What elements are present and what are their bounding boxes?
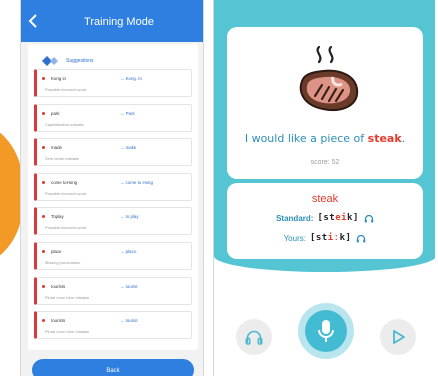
original-word: come toHong [51, 179, 78, 185]
error-type: Capitalisation mistake [45, 121, 84, 127]
original-word: park [51, 110, 60, 116]
original-word: Kong in [51, 76, 66, 81]
error-type: Possible incorrect word [45, 87, 87, 92]
back-button[interactable]: Back [32, 359, 194, 376]
practice-word: steak [311, 193, 339, 205]
training-mode-screen: Training Mode Suggestions Kong in → Kong… [20, 0, 204, 376]
sentence-card: I would like a piece of steak. score: 52 [227, 27, 423, 179]
headphone-icon[interactable] [364, 214, 374, 223]
score-text: score: 52 [310, 159, 340, 166]
app-header: Training Mode [21, 0, 203, 42]
suggested-fix: → make [120, 145, 137, 151]
standard-end: k] [347, 213, 359, 223]
target-word: steak [367, 132, 402, 145]
original-word: Toplay [51, 214, 64, 220]
error-type: Possible incorrect word [45, 225, 87, 231]
suggested-fix: → place. [120, 248, 138, 254]
suggestion-item[interactable]: place → place. Missing punctuation [34, 241, 192, 270]
yours-vowel: iː [327, 233, 340, 243]
yours-end: k] [339, 233, 352, 243]
microphone-icon [318, 320, 334, 342]
phonetic-card: steak Standard: [steik] Yours: [stiːk] [227, 183, 423, 259]
suggestions-panel: Suggestions Kong in → Kong. In Possible … [28, 44, 198, 350]
suggestions-header: Suggestions [42, 56, 94, 66]
suggestions-label: Suggestions [66, 58, 94, 64]
suggestions-icon [42, 56, 58, 66]
page-title: Training Mode [84, 16, 154, 28]
suggestion-item[interactable]: Kong in → Kong. In Possible incorrect wo… [34, 69, 192, 97]
yours-start: [st [309, 233, 328, 243]
suggestion-item[interactable]: park → Park Capitalisation mistake [34, 103, 192, 132]
yours-phonetic: [stiːk] [310, 233, 351, 243]
pronunciation-screen: I would like a piece of steak. score: 52… [213, 0, 435, 376]
yours-label: Yours: [283, 233, 306, 243]
sentence-text: I would like a piece of [244, 132, 368, 145]
record-button-core [305, 310, 347, 352]
error-dot [42, 215, 45, 219]
original-word: made [51, 145, 62, 151]
back-button-label: Back [106, 368, 120, 374]
suggested-fix: → Kong. In [120, 76, 142, 81]
original-word: place [51, 248, 62, 254]
standard-label: Standard: [276, 213, 314, 223]
suggestion-item[interactable]: tourists → tourist Plural noun form mist… [34, 276, 192, 305]
error-type: Possible incorrect word [45, 190, 87, 196]
suggestion-item[interactable]: Toplay → to play Possible incorrect word [34, 207, 192, 236]
yours-row: Yours: [stiːk] [227, 233, 423, 243]
suggestion-item[interactable]: tourists → tourist Plural noun form mist… [34, 311, 192, 340]
suggestion-item[interactable]: come toHong → come to Hong Possible inco… [34, 172, 192, 201]
steam-icon [316, 45, 334, 64]
orange-decoration [0, 118, 22, 270]
steak-icon [299, 45, 359, 111]
standard-start: [st [317, 213, 336, 223]
error-dot [42, 284, 45, 288]
error-type: Plural noun form mistake [45, 294, 90, 300]
error-dot [42, 249, 45, 253]
suggested-fix: → Park [120, 110, 135, 116]
original-word: tourists [51, 283, 66, 289]
error-dot [42, 77, 45, 80]
error-type: Plural noun form mistake [45, 329, 90, 335]
sentence-end: . [401, 132, 406, 145]
error-dot [42, 111, 45, 115]
play-icon [393, 330, 405, 344]
suggested-fix: → to play [120, 214, 139, 220]
headphone-icon[interactable] [356, 234, 366, 243]
error-dot [42, 319, 45, 323]
suggested-fix: → come to Hong [120, 179, 153, 185]
suggestion-item[interactable]: made → make Verb tense mistake [34, 138, 192, 167]
error-type: Verb tense mistake [45, 156, 80, 162]
listen-button[interactable] [236, 319, 272, 355]
suggestion-list: Kong in → Kong. In Possible incorrect wo… [34, 69, 192, 346]
screenshot-canvas: Training Mode Suggestions Kong in → Kong… [0, 0, 438, 376]
suggested-fix: → tourist [120, 283, 138, 289]
record-button[interactable] [298, 303, 354, 359]
original-word: tourists [51, 318, 66, 324]
standard-phonetic: [steik] [317, 213, 358, 223]
play-button[interactable] [380, 319, 416, 355]
error-dot [42, 146, 45, 150]
practice-sentence: I would like a piece of steak. [227, 132, 423, 145]
suggested-fix: → tourist [120, 318, 138, 324]
headphone-icon [245, 330, 263, 345]
error-type: Missing punctuation [45, 259, 81, 265]
standard-row: Standard: [steik] [227, 213, 423, 223]
standard-vowel: ei [335, 213, 348, 223]
error-dot [42, 180, 45, 184]
chevron-left-icon[interactable] [27, 13, 41, 29]
